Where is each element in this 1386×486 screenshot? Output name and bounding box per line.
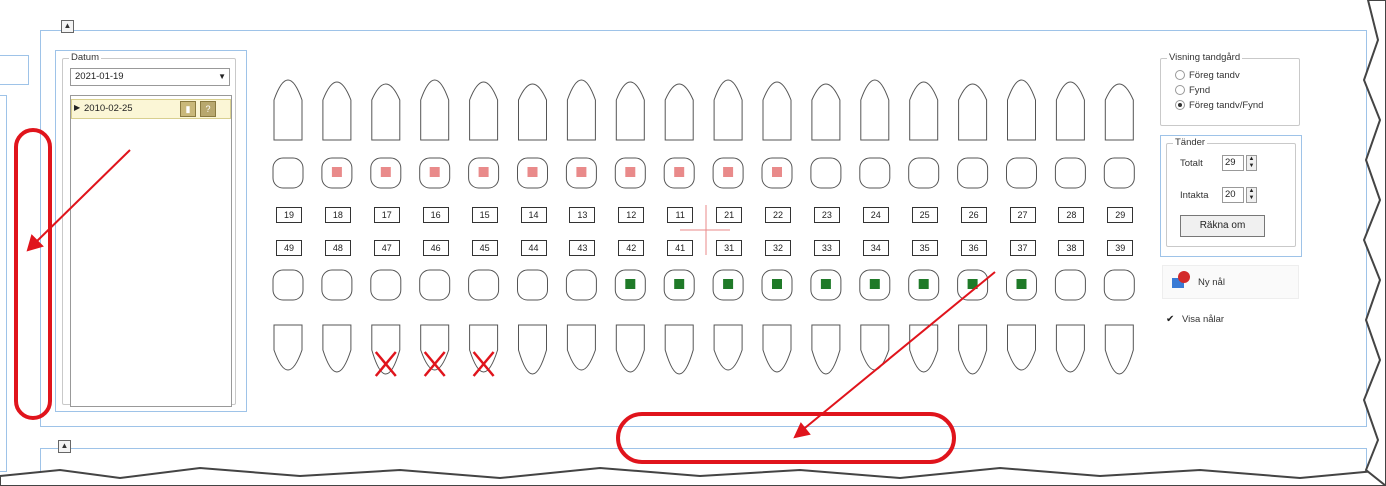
torn-edge	[0, 0, 1386, 486]
